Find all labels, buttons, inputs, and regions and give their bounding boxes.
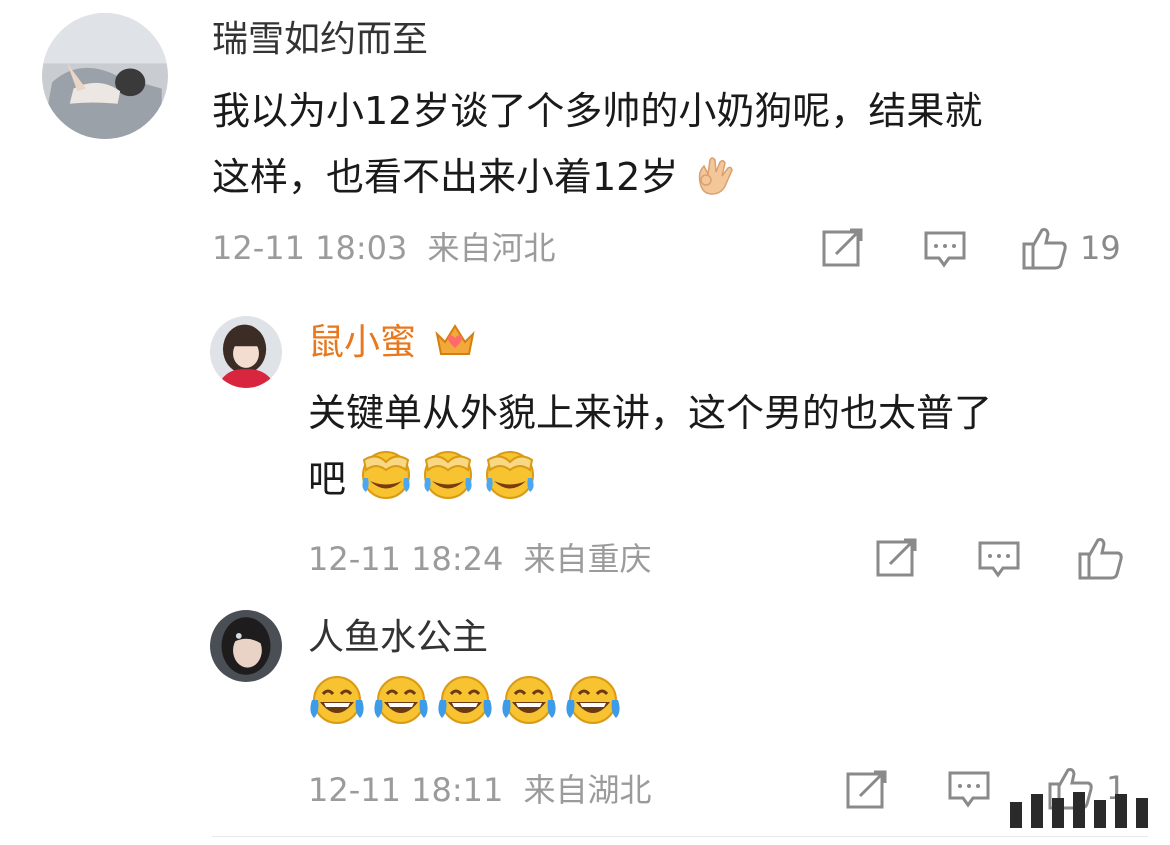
reply-1-text: 关键单从外貌上来讲，这个男的也太普了 吧: [308, 380, 1138, 512]
watermark-bar: [1073, 792, 1085, 828]
commenter-name[interactable]: 瑞雪如约而至: [212, 18, 428, 62]
comment-icon: [924, 231, 966, 268]
reply-2-location: 来自湖北: [523, 771, 652, 809]
ok-hand-icon: [690, 152, 736, 198]
like-icon: [1078, 538, 1123, 580]
reply-1-text-line-1: 关键单从外貌上来讲，这个男的也太普了: [308, 391, 993, 435]
watermark-bars: [1010, 792, 1148, 828]
comment-text-line-2-content: 这样，也看不出来小着12岁: [212, 155, 679, 199]
like-icon: [1022, 228, 1067, 270]
watermark-bar: [1115, 794, 1127, 828]
comment-icon: [948, 771, 990, 808]
avatar-main-commenter[interactable]: [42, 13, 168, 139]
like-count-main: 19: [1080, 229, 1121, 267]
avatar-reply-1[interactable]: [210, 316, 282, 388]
facepalm-laugh-icon: [420, 448, 476, 500]
comment-location: 来自河北: [427, 229, 556, 267]
reply-2-username[interactable]: 人鱼水公主: [308, 616, 488, 660]
reply-1-location: 来自重庆: [523, 540, 652, 578]
comment-meta: 12-11 18:03 来自河北: [212, 228, 556, 268]
share-button-reply-1[interactable]: [876, 538, 918, 578]
watermark-bar: [1010, 802, 1022, 828]
reply-1-username-text: 鼠小蜜: [308, 322, 417, 363]
comment-text-line-1: 我以为小12岁谈了个多帅的小奶狗呢，结果就: [212, 89, 983, 133]
share-button-reply-2[interactable]: [846, 770, 888, 810]
tears-of-joy-icon: [372, 674, 430, 728]
comment-icon: [978, 541, 1020, 578]
share-icon: [846, 770, 887, 809]
like-button-main[interactable]: 19: [1022, 226, 1121, 270]
share-button-main[interactable]: [822, 228, 864, 268]
tears-of-joy-icon: [308, 674, 366, 728]
reply-1-time: 12-11 18:24: [308, 540, 504, 578]
bottom-divider: [212, 836, 1148, 837]
comment-text-line-2: 这样，也看不出来小着12岁: [212, 144, 1142, 210]
avatar-reply-2[interactable]: [210, 610, 282, 682]
crown-badge-icon: [433, 320, 477, 371]
tears-of-joy-icon: [564, 674, 622, 728]
comment-time: 12-11 18:03: [212, 229, 408, 267]
reply-2-time: 12-11 18:11: [308, 771, 504, 809]
reply-1-meta: 12-11 18:24 来自重庆: [308, 539, 652, 579]
tears-of-joy-icon: [436, 674, 494, 728]
tears-of-joy-icon: [500, 674, 558, 728]
watermark-bar: [1136, 798, 1148, 828]
reply-1-username[interactable]: 鼠小蜜: [308, 320, 477, 371]
watermark-bar: [1094, 800, 1106, 828]
share-icon: [822, 228, 863, 267]
facepalm-laugh-icon: [482, 448, 538, 500]
reply-1-text-line-2: 吧: [308, 446, 1138, 512]
reply-1-text-line-2-content: 吧: [308, 457, 347, 501]
comment-button-reply-1[interactable]: [978, 540, 1020, 580]
watermark-bar: [1052, 798, 1064, 828]
comment-text: 我以为小12岁谈了个多帅的小奶狗呢，结果就 这样，也看不出来小着12岁: [212, 78, 1142, 210]
share-icon: [876, 538, 917, 577]
reply-2-meta: 12-11 18:11 来自湖北: [308, 770, 652, 810]
facepalm-laugh-icon: [358, 448, 414, 500]
comment-button-main[interactable]: [924, 230, 966, 270]
like-button-reply-1[interactable]: [1078, 536, 1124, 580]
comment-button-reply-2[interactable]: [948, 770, 990, 810]
watermark-bar: [1031, 794, 1043, 828]
reply-2-text: [308, 674, 628, 740]
